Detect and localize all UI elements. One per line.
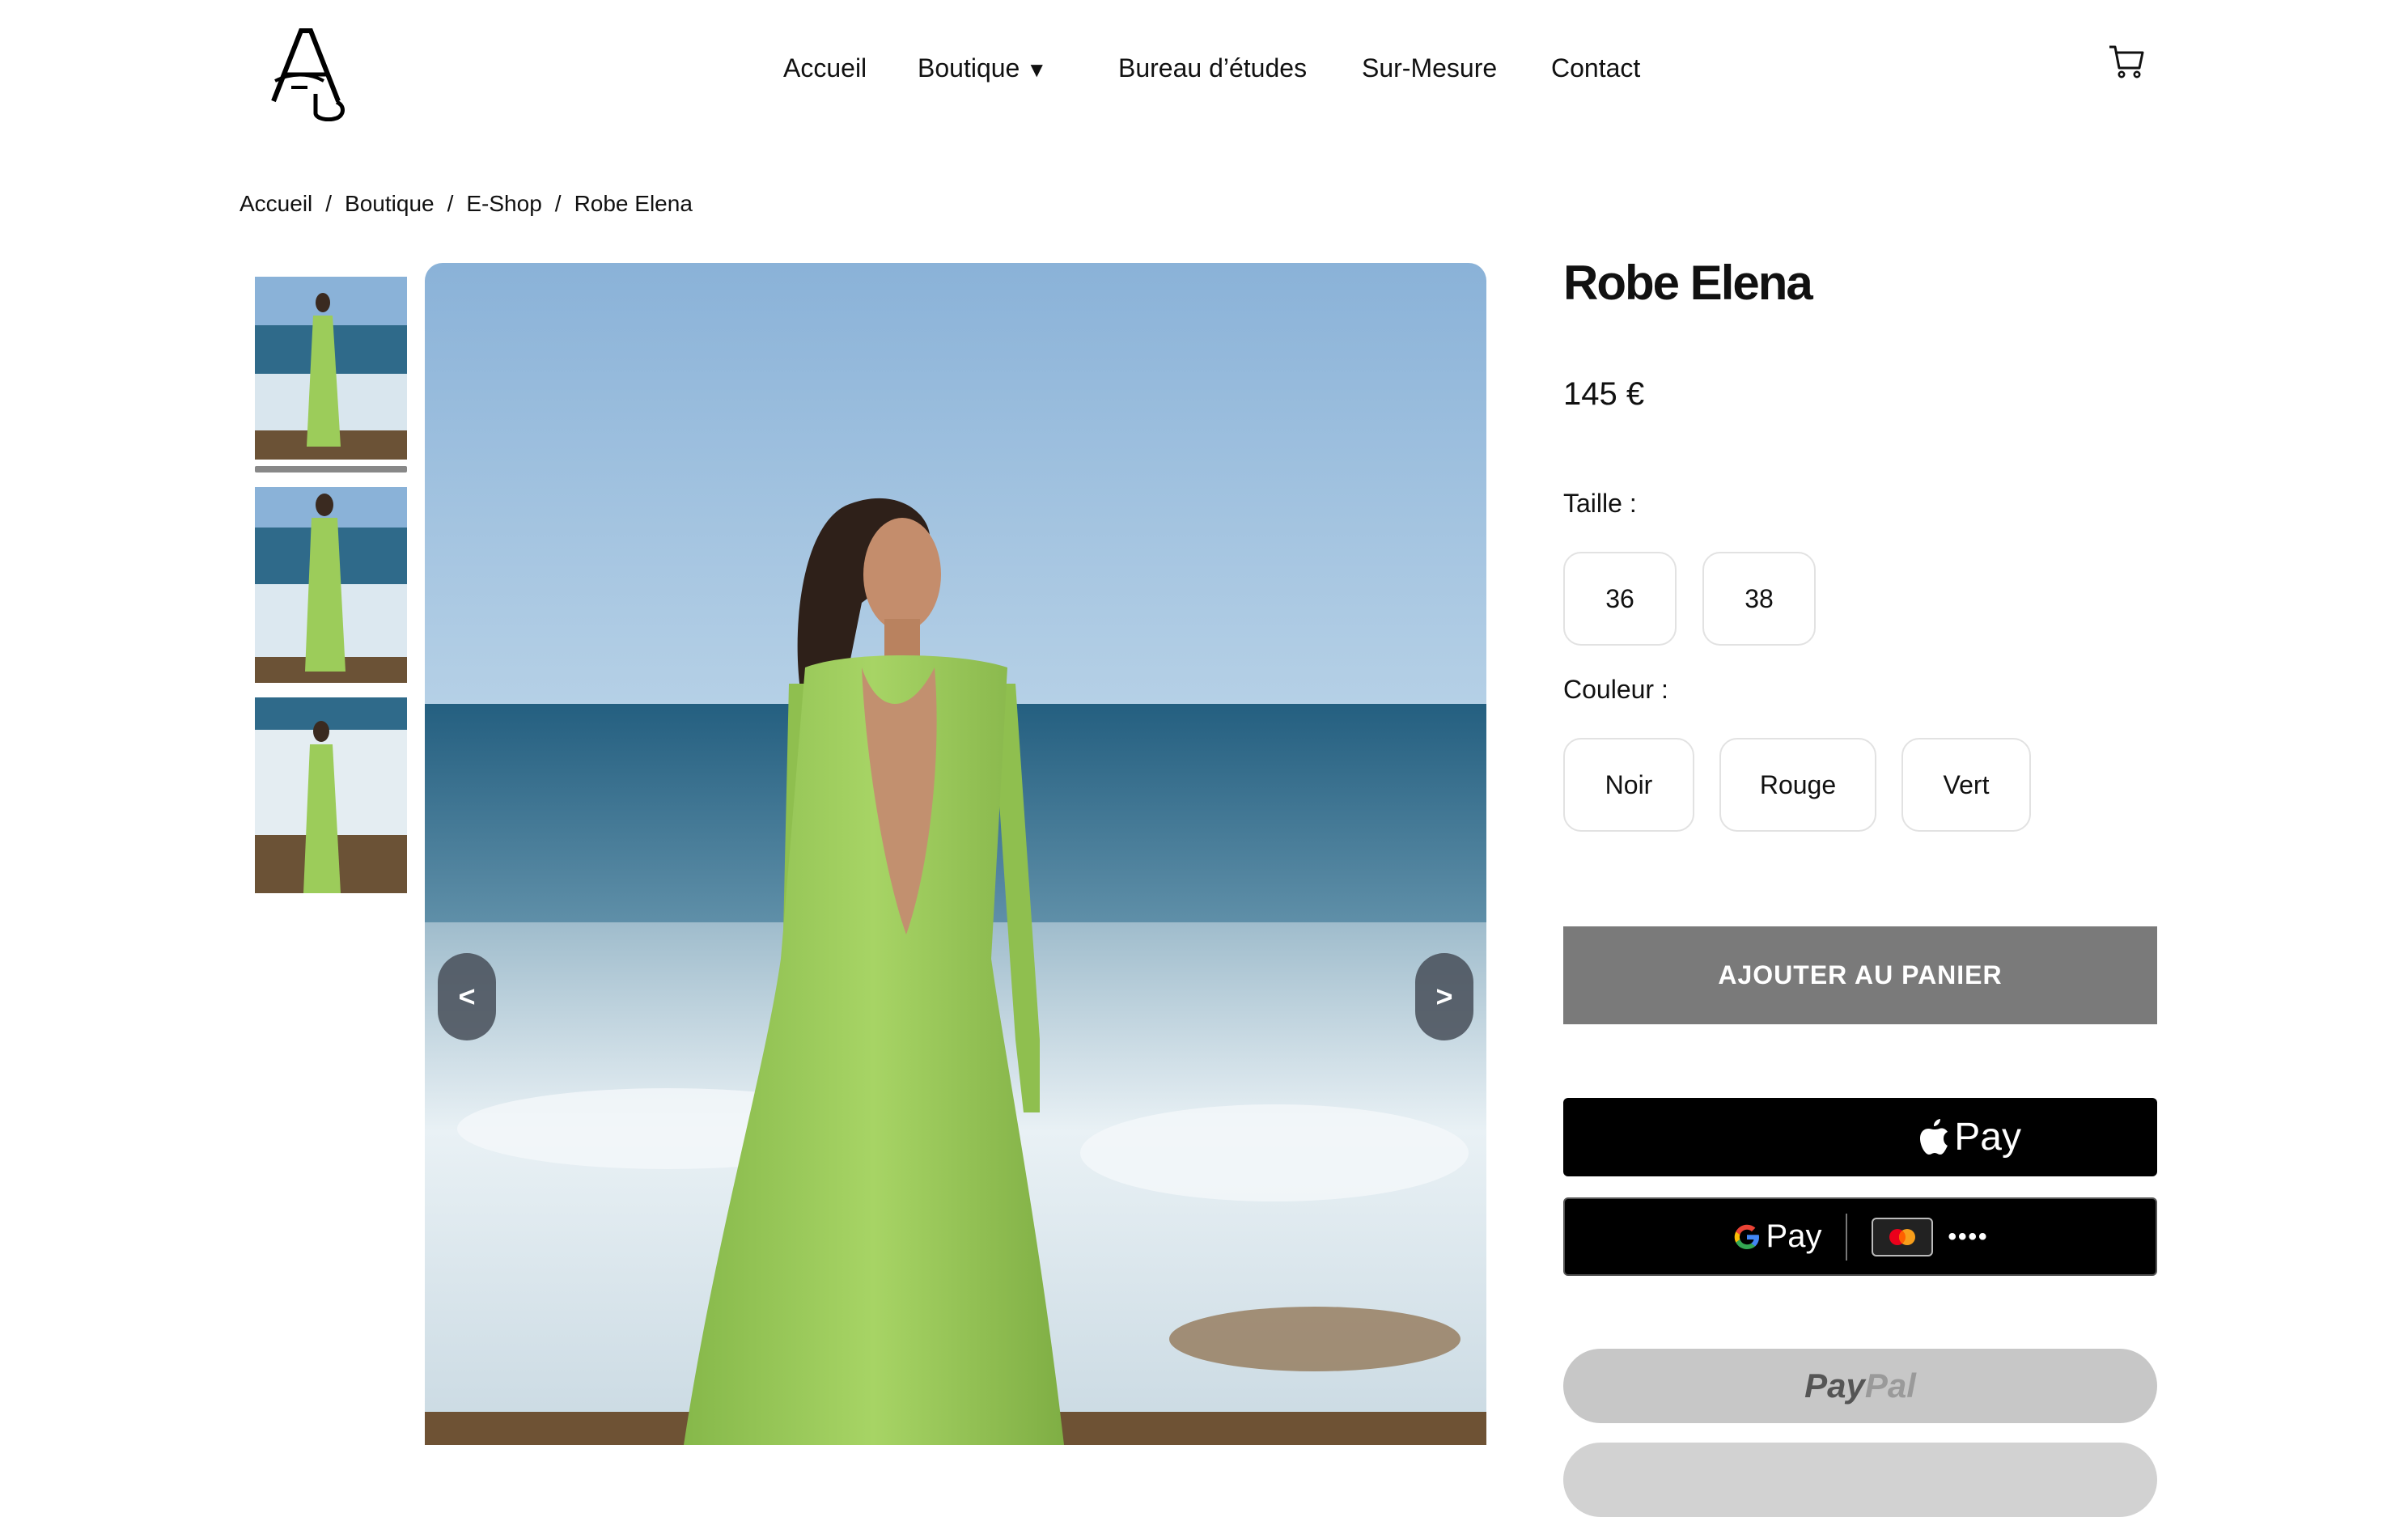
- google-g-icon: [1734, 1224, 1759, 1249]
- size-option-label: 36: [1605, 583, 1634, 613]
- nav-boutique-label: Boutique: [918, 53, 1020, 83]
- size-option-label: 38: [1745, 583, 1774, 613]
- thumbnail-1[interactable]: [255, 277, 407, 460]
- nav-sur-mesure[interactable]: Sur-Mesure: [1362, 50, 1497, 86]
- breadcrumb-separator: /: [554, 191, 562, 216]
- chevron-down-icon: ▼: [1026, 57, 1048, 82]
- cart-icon[interactable]: [2107, 42, 2146, 81]
- apple-pay-button[interactable]: Pay: [1563, 1098, 2157, 1176]
- nav-boutique[interactable]: Boutique ▼: [918, 50, 1047, 87]
- color-label: Couleur :: [1563, 675, 1668, 704]
- logo-mark: [271, 28, 345, 122]
- breadcrumb-boutique[interactable]: Boutique: [345, 191, 435, 216]
- gallery-next-button[interactable]: >: [1415, 953, 1473, 1040]
- add-to-cart-button[interactable]: AJOUTER AU PANIER: [1563, 926, 2157, 1024]
- nav-contact[interactable]: Contact: [1551, 50, 1640, 86]
- google-pay-button[interactable]: Pay ••••: [1563, 1197, 2157, 1276]
- nav-contact-label: Contact: [1551, 53, 1641, 83]
- product-title: Robe Elena: [1563, 256, 1813, 310]
- thumbnail-2[interactable]: [255, 487, 407, 683]
- product-price: 145 €: [1563, 376, 1645, 412]
- google-pay-divider: [1846, 1213, 1848, 1261]
- color-option-label: Rouge: [1759, 769, 1837, 799]
- color-option-vert[interactable]: Vert: [1901, 738, 2031, 832]
- color-option-noir[interactable]: Noir: [1563, 738, 1694, 832]
- apple-pay-label: Pay: [1954, 1116, 2021, 1159]
- size-option-36[interactable]: 36: [1563, 552, 1677, 646]
- gallery-next-label: >: [1435, 980, 1453, 1013]
- breadcrumb-current: Robe Elena: [574, 191, 693, 216]
- paypal-button[interactable]: Pay Pal: [1563, 1349, 2157, 1423]
- paypal-logo-pay: Pay: [1804, 1367, 1865, 1405]
- nav-accueil-label: Accueil: [783, 53, 867, 83]
- size-option-38[interactable]: 38: [1702, 552, 1816, 646]
- nav-bureau-etudes[interactable]: Bureau d’études: [1118, 50, 1307, 86]
- paypal-logo-pal: Pal: [1864, 1367, 1916, 1405]
- brand-logo[interactable]: [267, 24, 356, 122]
- breadcrumb-accueil[interactable]: Accueil: [240, 191, 312, 216]
- color-option-label: Vert: [1943, 769, 1990, 799]
- thumbnail-active-indicator: [255, 466, 407, 472]
- add-to-cart-label: AJOUTER AU PANIER: [1718, 960, 2003, 989]
- additional-payment-button[interactable]: [1563, 1443, 2157, 1517]
- mastercard-icon: [1872, 1217, 1934, 1256]
- nav-bureau-etudes-label: Bureau d’études: [1118, 53, 1308, 83]
- size-label: Taille :: [1563, 489, 1637, 518]
- breadcrumb-eshop[interactable]: E-Shop: [466, 191, 541, 216]
- gallery-prev-label: <: [458, 980, 476, 1013]
- color-option-rouge[interactable]: Rouge: [1719, 738, 1876, 832]
- breadcrumb: Accueil / Boutique / E-Shop / Robe Elena: [240, 188, 693, 220]
- thumbnail-3[interactable]: [255, 697, 407, 893]
- apple-icon: [1920, 1118, 1948, 1155]
- gallery-prev-button[interactable]: <: [438, 953, 496, 1040]
- color-option-label: Noir: [1605, 769, 1653, 799]
- google-pay-label: Pay: [1766, 1218, 1822, 1254]
- card-number-masked: ••••: [1948, 1222, 1989, 1250]
- nav-accueil[interactable]: Accueil: [783, 50, 867, 86]
- breadcrumb-separator: /: [325, 191, 333, 216]
- nav-sur-mesure-label: Sur-Mesure: [1362, 53, 1498, 83]
- breadcrumb-separator: /: [447, 191, 454, 216]
- product-main-image: [425, 263, 1486, 1445]
